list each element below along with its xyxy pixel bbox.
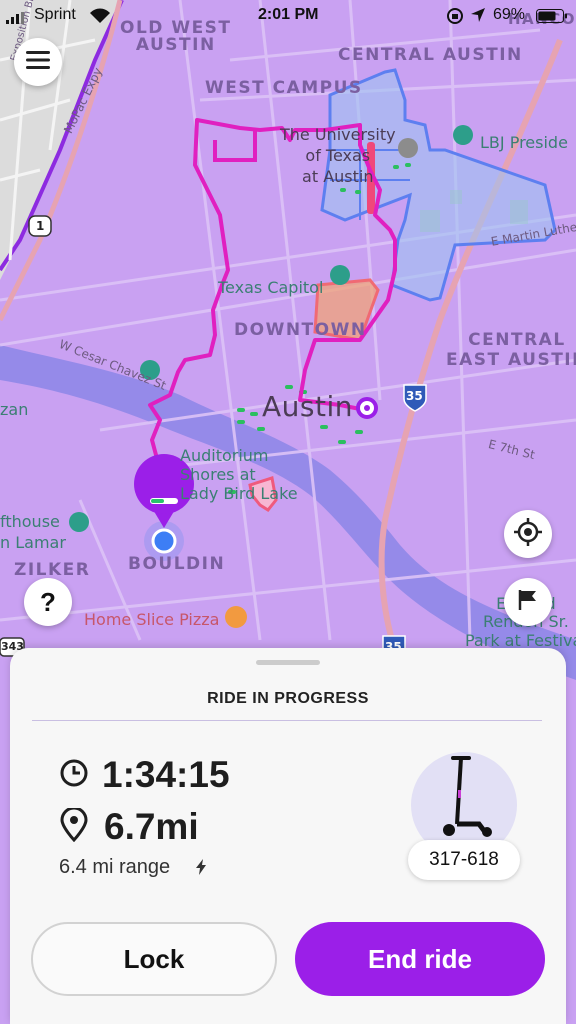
ride-distance: 6.7mi bbox=[104, 806, 199, 847]
signal-icon bbox=[6, 11, 28, 29]
scooter-id-badge: 317-618 bbox=[408, 840, 520, 880]
city-label-austin: Austin bbox=[262, 390, 353, 423]
sheet-handle[interactable] bbox=[256, 660, 320, 665]
help-button[interactable]: ? bbox=[24, 578, 72, 626]
poi-university-of-texas[interactable]: The University of Texas at Austin bbox=[280, 125, 396, 187]
district-central-east-austin: CENTRAL EAST AUSTIN bbox=[446, 330, 576, 371]
carrier-name: Sprint bbox=[34, 6, 76, 23]
ride-duration: 1:34:15 bbox=[102, 754, 230, 795]
district-downtown: DOWNTOWN bbox=[234, 320, 367, 340]
poi-lbj-library[interactable]: LBJ Preside bbox=[480, 135, 568, 151]
location-arrow-icon bbox=[470, 7, 486, 28]
shield-i35-north: 35 bbox=[406, 389, 423, 403]
poi-plaza[interactable]: zan bbox=[0, 402, 28, 418]
question-mark-icon: ? bbox=[40, 586, 56, 617]
lock-rotation-icon bbox=[446, 7, 464, 30]
district-bouldin: BOULDIN bbox=[128, 554, 226, 574]
lightning-icon bbox=[196, 859, 206, 880]
crosshair-icon bbox=[514, 517, 542, 551]
map-pin-icon bbox=[60, 806, 88, 847]
recenter-button[interactable] bbox=[504, 510, 552, 558]
poi-firehouse-lamar[interactable]: fthouse n Lamar bbox=[0, 512, 66, 554]
report-button[interactable] bbox=[504, 578, 552, 626]
status-bar: Sprint 2:01 PM 69% bbox=[0, 0, 576, 32]
wifi-icon bbox=[90, 8, 110, 29]
scooter-range: 6.4 mi range bbox=[59, 856, 171, 878]
clock-time: 2:01 PM bbox=[258, 6, 319, 23]
shield-route-1: 1 bbox=[36, 219, 45, 233]
ride-status-title: RIDE IN PROGRESS bbox=[207, 690, 369, 707]
divider bbox=[32, 720, 542, 721]
ride-panel: RIDE IN PROGRESS 1:34:15 6.7mi 6.4 mi ra… bbox=[10, 648, 566, 1024]
flag-icon bbox=[516, 588, 540, 617]
lock-button[interactable]: Lock bbox=[31, 922, 277, 996]
hamburger-menu-icon bbox=[26, 50, 50, 74]
district-central-austin: CENTRAL AUSTIN bbox=[338, 45, 523, 65]
clock-icon bbox=[59, 758, 89, 793]
district-west-campus: WEST CAMPUS bbox=[205, 78, 363, 98]
poi-texas-capitol[interactable]: Texas Capitol bbox=[218, 280, 323, 296]
district-zilker: ZILKER bbox=[14, 560, 91, 580]
battery-icon bbox=[536, 9, 568, 28]
menu-button[interactable] bbox=[14, 38, 62, 86]
poi-auditorium-shores[interactable]: Auditorium Shores at Lady Bird Lake bbox=[180, 446, 298, 504]
battery-percent: 69% bbox=[493, 6, 526, 23]
end-ride-button[interactable]: End ride bbox=[295, 922, 545, 996]
poi-home-slice-pizza[interactable]: Home Slice Pizza bbox=[84, 612, 219, 628]
